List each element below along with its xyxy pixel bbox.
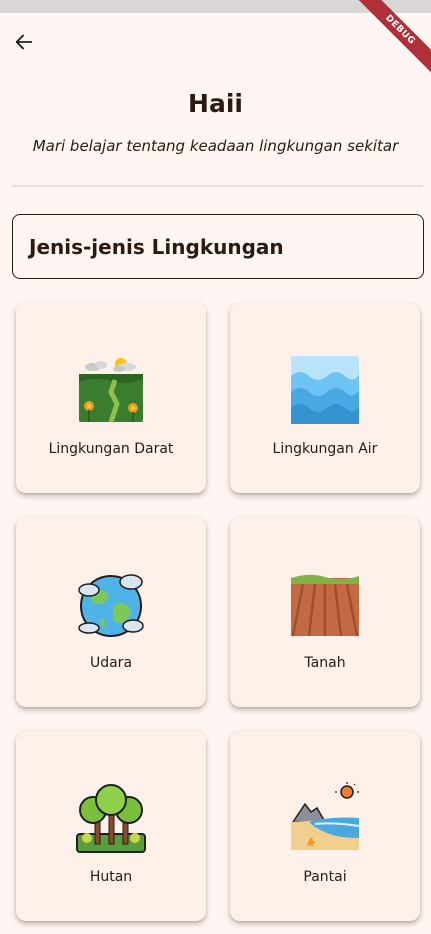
card-label: Lingkungan Darat xyxy=(48,440,174,457)
beach-icon xyxy=(291,781,360,850)
section-title: Jenis-jenis Lingkungan xyxy=(29,234,284,259)
card-label: Lingkungan Air xyxy=(272,440,378,457)
section-header: Jenis-jenis Lingkungan xyxy=(12,214,424,279)
card-lingkungan-air[interactable]: Lingkungan Air xyxy=(230,303,420,493)
land-icon xyxy=(79,357,143,423)
divider xyxy=(12,185,423,187)
card-lingkungan-darat[interactable]: Lingkungan Darat xyxy=(16,303,206,493)
card-udara[interactable]: Udara xyxy=(16,517,206,707)
card-label: Udara xyxy=(89,654,133,671)
environment-grid: Lingkungan Darat Lingkungan Air Udara Ta… xyxy=(16,303,420,921)
water-icon xyxy=(291,355,359,424)
forest-icon xyxy=(76,783,146,853)
card-tanah[interactable]: Tanah xyxy=(230,517,420,707)
card-pantai[interactable]: Pantai xyxy=(230,731,420,921)
back-button[interactable] xyxy=(10,28,38,56)
soil-icon xyxy=(291,574,359,636)
arrow-left-icon xyxy=(15,34,33,50)
card-label: Pantai xyxy=(303,868,347,885)
card-label: Tanah xyxy=(304,654,346,671)
card-label: Hutan xyxy=(89,868,133,885)
page-subtitle: Mari belajar tentang keadaan lingkungan … xyxy=(32,137,399,155)
earth-air-icon xyxy=(78,573,144,637)
page-title: Haii xyxy=(188,89,243,118)
card-hutan[interactable]: Hutan xyxy=(16,731,206,921)
